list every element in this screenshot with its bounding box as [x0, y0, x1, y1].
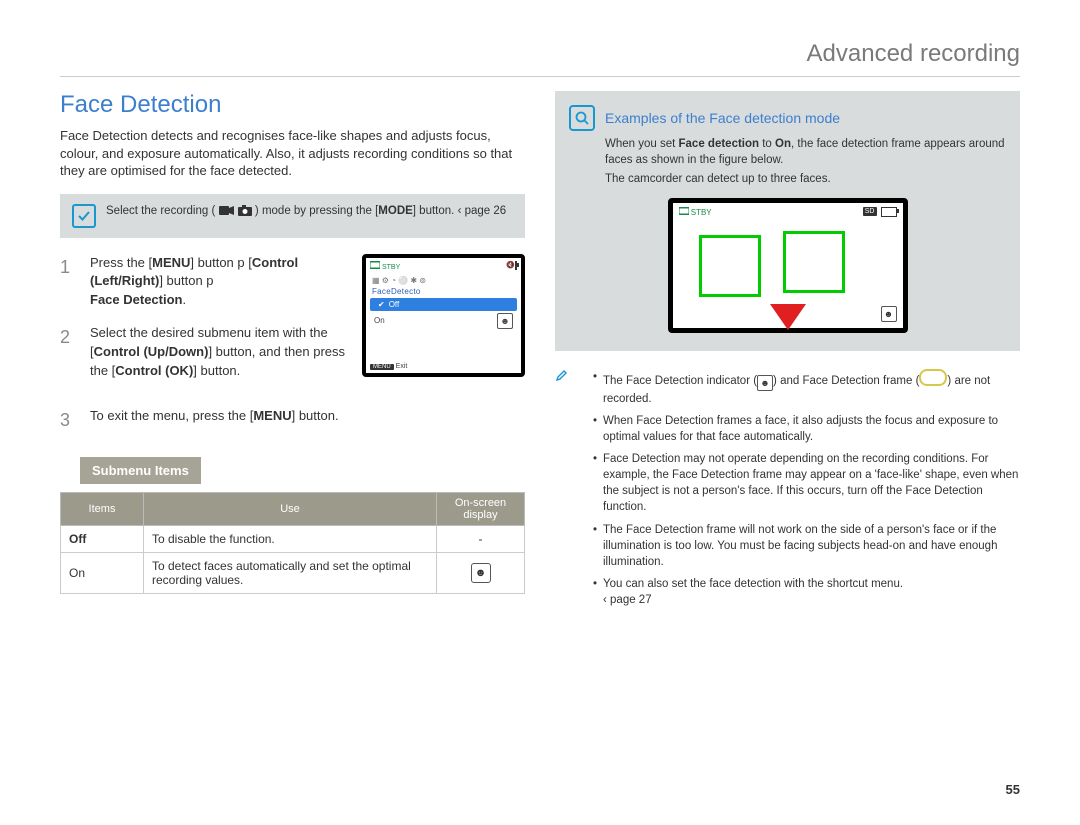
header-title: Advanced recording	[60, 40, 1020, 68]
col-display: On-screen display	[437, 492, 525, 525]
page-header: Advanced recording	[60, 40, 1020, 77]
note-item: When Face Detection frames a face, it al…	[593, 413, 1020, 445]
col-items: Items	[61, 492, 144, 525]
step-1: Press the [MENU] button p [Control (Left…	[60, 254, 350, 311]
mode-note-text: Select the recording ( ) mode by pressin…	[106, 204, 506, 220]
magnifier-icon	[569, 105, 595, 131]
examples-panel: Examples of the Face detection mode When…	[555, 91, 1020, 351]
lcd-option-off: ✔Off	[370, 298, 517, 311]
face-frame-icon	[919, 369, 947, 386]
check-icon	[72, 204, 96, 228]
no-sound-icon: 🔇	[506, 262, 515, 269]
col-use: Use	[144, 492, 437, 525]
example-lcd: STBY SD ☻	[668, 198, 908, 333]
photo-mode-icon	[238, 205, 252, 216]
note-item: The Face Detection indicator (☻) and Fac…	[593, 369, 1020, 407]
examples-title: Examples of the Face detection mode	[605, 110, 840, 126]
sd-card-icon: SD	[863, 207, 877, 216]
submenu-table: Items Use On-screen display Off To disab…	[60, 492, 525, 594]
film-strip-icon: STBY	[370, 261, 400, 271]
battery-icon	[515, 261, 517, 270]
note-pencil-icon	[555, 373, 568, 385]
table-row: On To detect faces automatically and set…	[61, 552, 525, 593]
face-detection-icon: ☻	[881, 306, 897, 322]
note-item: Face Detection may not operate depending…	[593, 451, 1020, 515]
mode-select-note: Select the recording ( ) mode by pressin…	[60, 194, 525, 238]
lcd-option-on: On☻	[366, 311, 521, 331]
lcd-menu-preview: STBY 🔇 ▦ ⚙ ◔ ⚪ ✱ ⊚ FaceDetecto ✔Off On☻ …	[362, 254, 525, 377]
section-title: Face Detection	[60, 91, 525, 119]
battery-icon	[881, 207, 897, 217]
red-arrow-icon	[770, 304, 806, 330]
film-strip-icon	[679, 207, 689, 215]
notes-section: The Face Detection indicator (☻) and Fac…	[555, 369, 1020, 614]
page-number: 55	[1006, 782, 1020, 797]
menu-icon-row: ▦ ⚙ ◔ ⚪ ✱ ⊚	[366, 274, 521, 287]
examples-text-1: When you set Face detection to On, the f…	[605, 137, 1006, 168]
video-mode-icon	[219, 205, 235, 216]
face-detection-icon: ☻	[471, 563, 491, 583]
step-2: Select the desired submenu item with the…	[60, 324, 350, 381]
table-row: Off To disable the function. -	[61, 525, 525, 552]
note-item: You can also set the face detection with…	[593, 576, 1020, 608]
face-detection-icon: ☻	[497, 313, 513, 329]
submenu-items-header: Submenu Items	[80, 457, 201, 484]
step-3: To exit the menu, press the [MENU] butto…	[60, 407, 525, 433]
section-intro: Face Detection detects and recognises fa…	[60, 127, 525, 180]
note-item: The Face Detection frame will not work o…	[593, 522, 1020, 570]
lcd-menu-title: FaceDetecto	[366, 287, 521, 298]
face-detection-icon: ☻	[757, 375, 773, 391]
examples-text-2: The camcorder can detect up to three fac…	[605, 172, 1006, 188]
